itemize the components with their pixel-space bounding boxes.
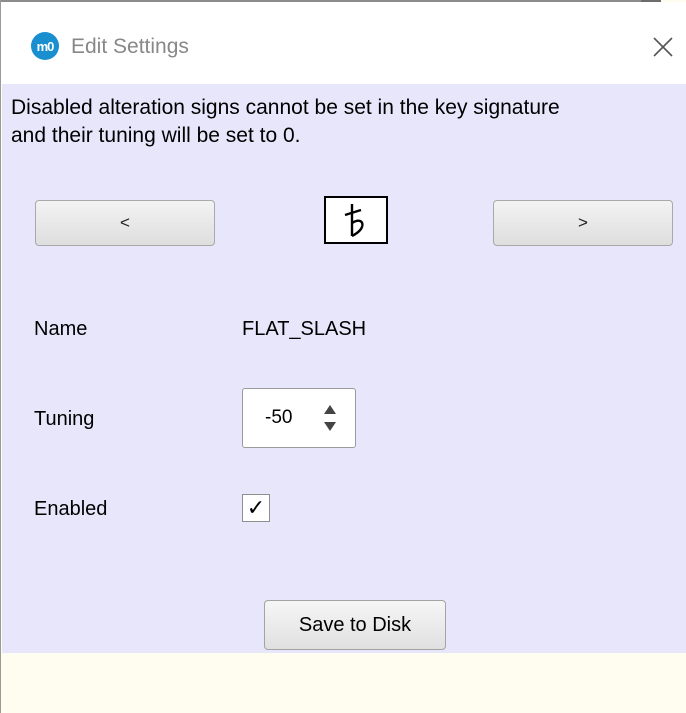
next-button[interactable]: > [493, 200, 673, 246]
checkmark-icon: ✓ [246, 495, 266, 520]
info-line-2: and their tuning will be set to 0. [11, 124, 301, 147]
enabled-checkbox[interactable]: ✓ [242, 494, 270, 522]
tuning-label: Tuning [34, 408, 95, 430]
settings-panel: Disabled alteration signs cannot be set … [2, 84, 686, 653]
app-icon: m0 [31, 32, 59, 60]
tuning-value[interactable]: -50 [265, 407, 292, 429]
enabled-label: Enabled [34, 498, 108, 520]
previous-button[interactable]: < [35, 200, 215, 246]
info-line-1: Disabled alteration signs cannot be set … [11, 96, 560, 119]
window-title: Edit Settings [71, 35, 189, 58]
info-message: Disabled alteration signs cannot be set … [11, 94, 681, 150]
app-icon-text: m0 [36, 38, 55, 54]
spin-down-icon [324, 422, 336, 431]
flat-slash-icon [344, 204, 364, 238]
spin-arrows-icon[interactable] [319, 401, 341, 435]
close-icon[interactable] [651, 35, 675, 59]
settings-dialog: m0 Edit Settings Disabled alteration sig… [0, 0, 686, 713]
alteration-symbol-preview [324, 196, 388, 244]
tuning-spinbox[interactable]: -50 [242, 388, 356, 448]
name-value: FLAT_SLASH [242, 318, 367, 340]
name-label: Name [34, 318, 88, 340]
save-to-disk-button[interactable]: Save to Disk [264, 600, 446, 650]
spin-up-icon [324, 405, 336, 414]
title-bar[interactable]: m0 Edit Settings [1, 2, 686, 84]
